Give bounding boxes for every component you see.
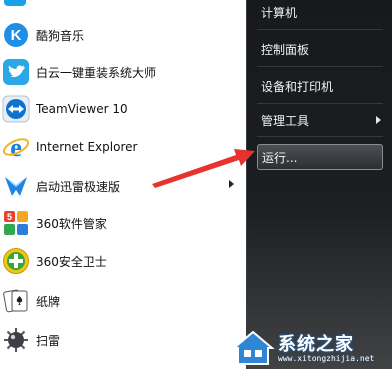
- program-label: 启动迅雷极速版: [36, 179, 121, 194]
- program-label: 白云一键重装系统大师: [36, 65, 157, 80]
- minesweeper-mine-icon: [2, 326, 30, 354]
- start-menu-places-panel: 计算机 控制面板 设备和打印机 管理工具 运行...: [246, 0, 392, 369]
- 360-safeguard-icon: [2, 247, 30, 275]
- menu-item-label: 运行...: [262, 150, 298, 165]
- red-arrow-annotation: [152, 149, 255, 188]
- program-label: 360软件管家: [36, 216, 107, 231]
- watermark-text: 系统之家: [278, 334, 354, 355]
- svg-text:e: e: [10, 133, 22, 161]
- watermark-url: www.xitongzhijia.net: [278, 354, 375, 363]
- program-item-360-software-manager[interactable]: 5 360软件管家: [0, 205, 246, 241]
- program-item-solitaire[interactable]: 纸牌: [0, 283, 246, 319]
- 360-software-manager-icon: 5: [2, 209, 30, 237]
- cut-off-program-item[interactable]: [0, 0, 246, 10]
- program-label: 360安全卫士: [36, 254, 107, 269]
- separator: [257, 29, 383, 30]
- program-item-kugou[interactable]: K 酷狗音乐: [0, 17, 246, 53]
- svg-text:K: K: [11, 27, 22, 44]
- menu-item-control-panel[interactable]: 控制面板: [257, 38, 383, 60]
- program-label: 扫雷: [36, 333, 61, 348]
- internet-explorer-icon: e: [2, 133, 30, 162]
- program-item-teamviewer[interactable]: TeamViewer 10: [0, 91, 246, 127]
- submenu-arrow-icon: [376, 116, 381, 124]
- teamviewer-icon: [2, 95, 30, 123]
- menu-item-label: 计算机: [261, 5, 298, 20]
- menu-item-label: 控制面板: [261, 42, 310, 57]
- program-label: TeamViewer 10: [36, 102, 128, 116]
- cut-off-program-icon: [4, 0, 26, 6]
- kugou-music-icon: K: [2, 21, 30, 49]
- house-logo-icon: [231, 330, 275, 365]
- menu-item-administrative-tools[interactable]: 管理工具: [257, 109, 383, 131]
- program-item-minesweeper[interactable]: 扫雷: [0, 322, 246, 358]
- menu-item-label: 设备和打印机: [261, 79, 334, 94]
- twitter-bird-icon: [2, 58, 30, 86]
- program-label: 酷狗音乐: [36, 28, 85, 43]
- program-item-baiyun[interactable]: 白云一键重装系统大师: [0, 54, 246, 90]
- xunlei-thunder-icon: [2, 172, 30, 200]
- separator: [257, 66, 383, 67]
- menu-item-computer[interactable]: 计算机: [257, 1, 383, 23]
- program-label: Internet Explorer: [36, 140, 138, 154]
- separator: [257, 136, 383, 137]
- program-label: 纸牌: [36, 294, 61, 309]
- menu-item-devices-and-printers[interactable]: 设备和打印机: [257, 75, 383, 97]
- menu-item-run[interactable]: 运行...: [257, 144, 383, 170]
- separator: [257, 103, 383, 104]
- watermark: 系统之家 www.xitongzhijia.net: [228, 326, 392, 369]
- solitaire-cards-icon: [2, 287, 30, 315]
- program-item-360-safeguard[interactable]: 360安全卫士: [0, 243, 246, 279]
- menu-item-label: 管理工具: [261, 113, 310, 128]
- svg-text:5: 5: [7, 212, 12, 222]
